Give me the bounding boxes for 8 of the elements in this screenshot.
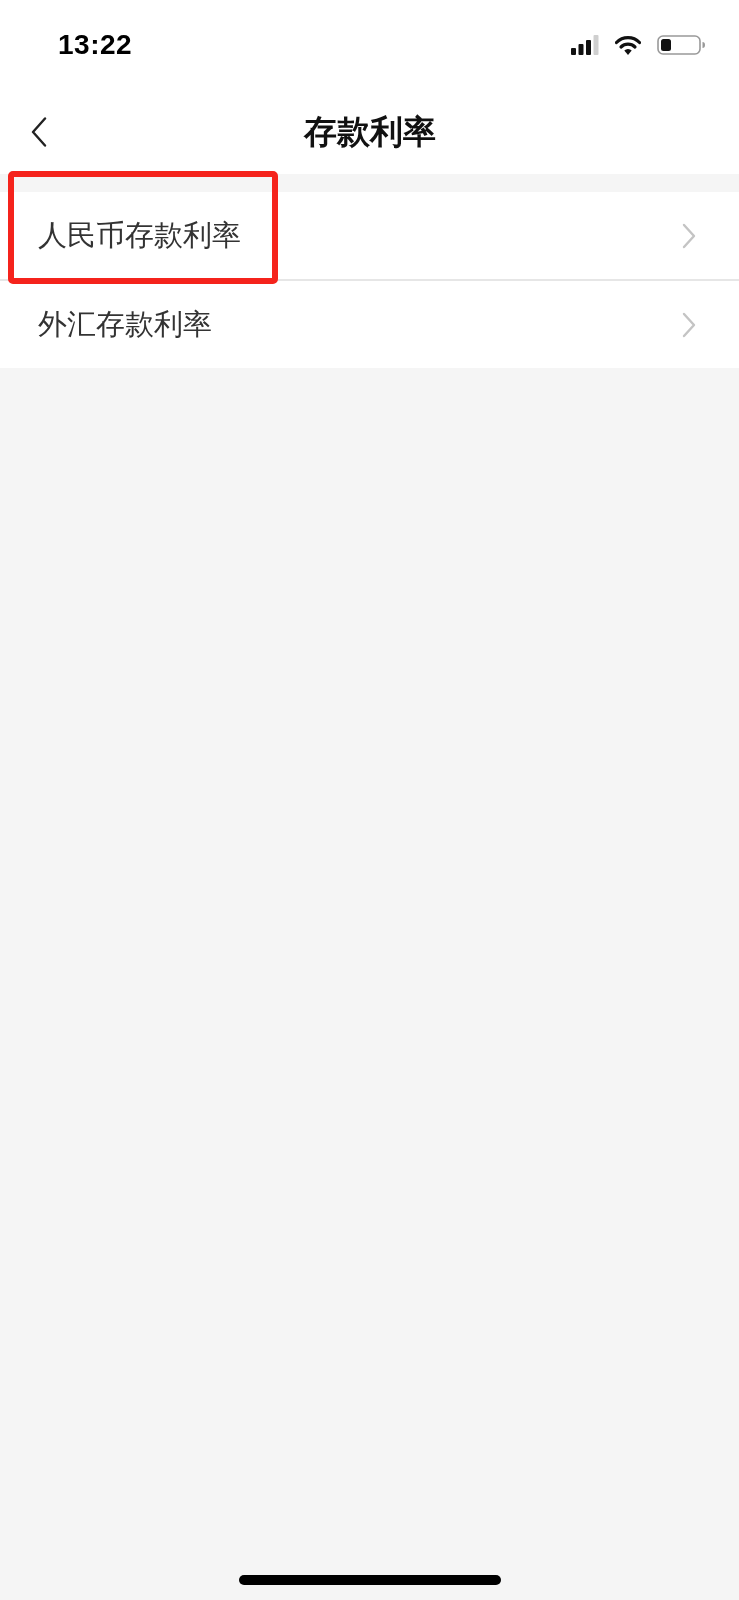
chevron-right-icon <box>682 311 696 338</box>
page-title: 存款利率 <box>303 110 436 153</box>
wifi-icon <box>615 35 641 55</box>
signal-icon <box>571 35 599 55</box>
battery-icon <box>657 35 705 55</box>
chevron-right-icon <box>682 222 696 249</box>
status-time: 13:22 <box>58 29 133 61</box>
back-icon[interactable] <box>31 117 47 147</box>
